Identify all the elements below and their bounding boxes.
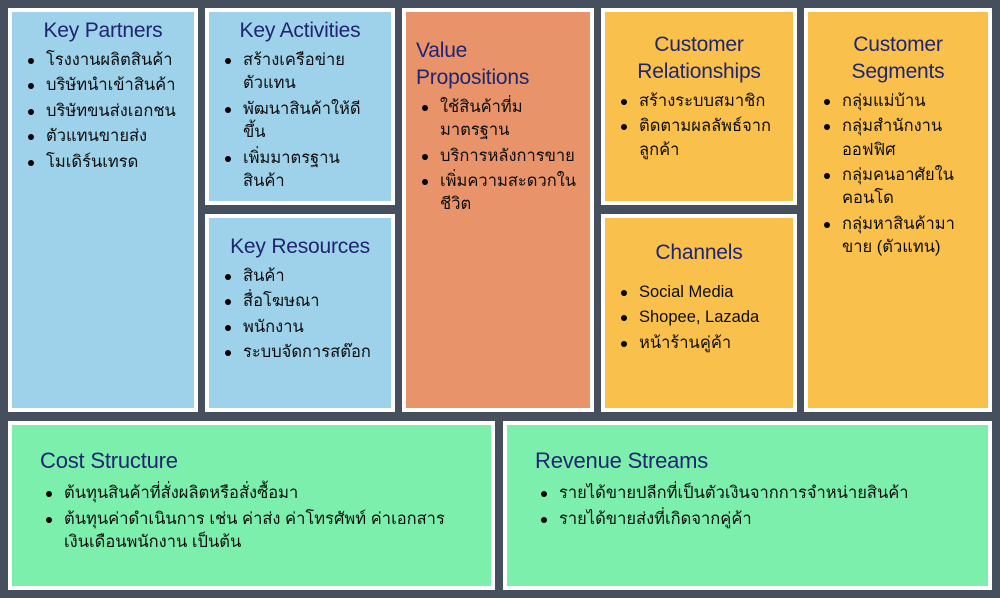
block-title-key-partners: Key Partners xyxy=(43,19,163,42)
list-item: กลุ่มสำนักงานออฟฟิศ xyxy=(818,115,978,162)
list-item: ระบบจัดการสต๊อก xyxy=(219,341,381,364)
block-list-revenue-streams: รายได้ขายปลีกที่เป็นตัวเงินจากการจำหน่าย… xyxy=(535,482,970,531)
block-list-key-activities: สร้างเครือข่ายตัวแทน พัฒนาสินค้าให้ดีขึ้… xyxy=(219,49,381,194)
business-model-canvas: Key Partners โรงงานผลิตสินค้า บริษัทนำเข… xyxy=(0,0,1000,598)
list-item: สื่อโฆษณา xyxy=(219,290,381,313)
block-key-activities[interactable]: Key Activities สร้างเครือข่ายตัวแทน พัฒน… xyxy=(205,8,395,205)
list-item: กลุ่มแม่บ้าน xyxy=(818,90,978,113)
block-list-key-resources: สินค้า สื่อโฆษณา พนักงาน ระบบจัดการสต๊อก xyxy=(219,265,381,365)
list-item: พัฒนาสินค้าให้ดีขึ้น xyxy=(219,98,381,145)
list-item: บริษัทนำเข้าสินค้า xyxy=(22,74,184,97)
block-title-cost-structure: Cost Structure xyxy=(40,448,178,473)
block-key-resources[interactable]: Key Resources สินค้า สื่อโฆษณา พนักงาน ร… xyxy=(205,214,395,412)
block-list-key-partners: โรงงานผลิตสินค้า บริษัทนำเข้าสินค้า บริษ… xyxy=(22,49,184,174)
list-item: สร้างเครือข่ายตัวแทน xyxy=(219,49,381,96)
list-item: เพิ่มความสะดวกในชีวิต xyxy=(416,170,580,217)
list-item: รายได้ขายส่งที่เกิดจากคู่ค้า xyxy=(535,508,970,531)
block-customer-relationships[interactable]: Customer Relationships สร้างระบบสมาชิก ต… xyxy=(601,8,797,205)
block-title-customer-segments: Customer Segments xyxy=(851,33,945,83)
list-item: โมเดิร์นเทรด xyxy=(22,151,184,174)
block-customer-segments[interactable]: Customer Segments กลุ่มแม่บ้าน กลุ่มสำนั… xyxy=(804,8,992,412)
block-key-partners[interactable]: Key Partners โรงงานผลิตสินค้า บริษัทนำเข… xyxy=(8,8,198,412)
list-item: ติดตามผลลัพธ์จากลูกค้า xyxy=(615,115,783,162)
block-title-value-propositions: Value Propositions xyxy=(416,39,530,89)
block-title-key-activities: Key Activities xyxy=(239,19,361,42)
list-item: Social Media xyxy=(615,281,783,304)
list-item: หน้าร้านคู่ค้า xyxy=(615,332,783,355)
block-title-customer-relationships: Customer Relationships xyxy=(637,33,761,83)
block-list-cost-structure: ต้นทุนสินค้าที่สั่งผลิตหรือสั่งซื้อมา ต้… xyxy=(40,482,473,554)
block-list-value-propositions: ใช้สินค้าที่มมาตรฐาน บริการหลังการขาย เพ… xyxy=(416,96,580,217)
list-item: สร้างระบบสมาชิก xyxy=(615,90,783,113)
list-item: กลุ่มคนอาศัยในคอนโด xyxy=(818,164,978,211)
block-channels[interactable]: Channels Social Media Shopee, Lazada หน้… xyxy=(601,214,797,412)
list-item: รายได้ขายปลีกที่เป็นตัวเงินจากการจำหน่าย… xyxy=(535,482,970,505)
block-revenue-streams[interactable]: Revenue Streams รายได้ขายปลีกที่เป็นตัวเ… xyxy=(503,421,992,590)
block-value-propositions[interactable]: Value Propositions ใช้สินค้าที่มมาตรฐาน … xyxy=(402,8,594,412)
block-list-customer-segments: กลุ่มแม่บ้าน กลุ่มสำนักงานออฟฟิศ กลุ่มคน… xyxy=(818,90,978,260)
list-item: Shopee, Lazada xyxy=(615,306,783,329)
list-item: เพิ่มมาตรฐานสินค้า xyxy=(219,147,381,194)
block-list-channels: Social Media Shopee, Lazada หน้าร้านคู่ค… xyxy=(615,281,783,355)
list-item: พนักงาน xyxy=(219,316,381,339)
list-item: บริษัทขนส่งเอกชน xyxy=(22,100,184,123)
block-list-customer-relationships: สร้างระบบสมาชิก ติดตามผลลัพธ์จากลูกค้า xyxy=(615,90,783,162)
list-item: โรงงานผลิตสินค้า xyxy=(22,49,184,72)
block-title-channels: Channels xyxy=(655,241,743,264)
list-item: ตัวแทนขายส่ง xyxy=(22,125,184,148)
block-title-key-resources: Key Resources xyxy=(230,235,370,258)
list-item: ใช้สินค้าที่มมาตรฐาน xyxy=(416,96,580,143)
list-item: บริการหลังการขาย xyxy=(416,145,580,168)
list-item: กลุ่มหาสินค้ามาขาย (ตัวแทน) xyxy=(818,213,978,260)
list-item: ต้นทุนค่าดำเนินการ เช่น ค่าส่ง ค่าโทรศัพ… xyxy=(40,508,473,555)
list-item: สินค้า xyxy=(219,265,381,288)
list-item: ต้นทุนสินค้าที่สั่งผลิตหรือสั่งซื้อมา xyxy=(40,482,473,505)
block-cost-structure[interactable]: Cost Structure ต้นทุนสินค้าที่สั่งผลิตหร… xyxy=(8,421,495,590)
block-title-revenue-streams: Revenue Streams xyxy=(535,448,709,473)
